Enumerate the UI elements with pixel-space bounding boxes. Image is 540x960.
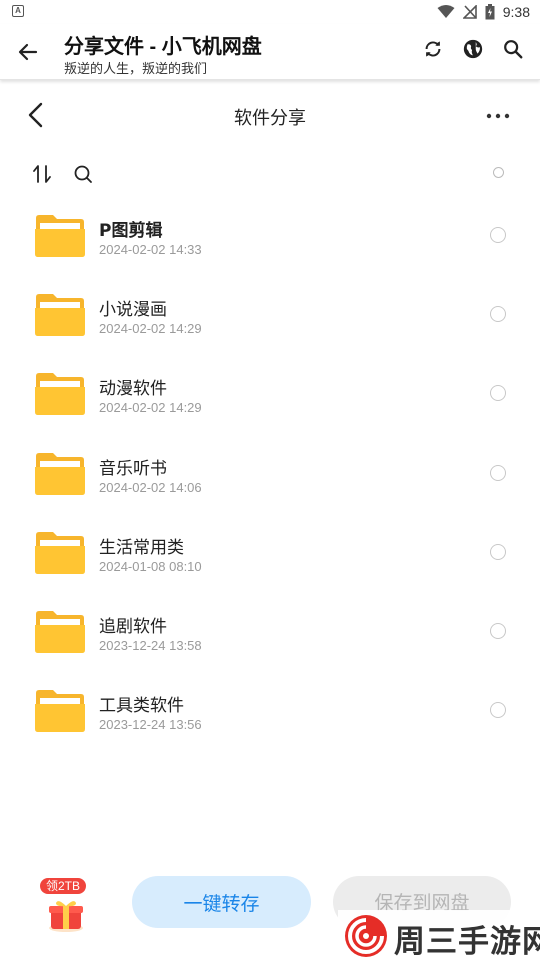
file-date: 2024-02-02 14:33	[99, 242, 202, 257]
status-bar: A 9:38	[0, 0, 540, 24]
list-item[interactable]: 工具类软件 2023-12-24 13:56	[0, 671, 540, 750]
list-search-icon[interactable]	[73, 164, 93, 184]
folder-icon	[35, 610, 85, 653]
list-item[interactable]: 生活常用类 2024-01-08 08:10	[0, 513, 540, 592]
app-actions	[422, 38, 524, 60]
page-title: 软件分享	[234, 108, 306, 129]
folder-icon	[35, 452, 85, 495]
list-item[interactable]: 小说漫画 2024-02-02 14:29	[0, 275, 540, 354]
file-checkbox[interactable]	[490, 385, 506, 402]
one-click-transfer-button[interactable]: 一键转存	[132, 876, 311, 928]
file-name: 动漫软件	[99, 379, 167, 400]
status-icons: 9:38	[437, 2, 530, 22]
file-checkbox[interactable]	[490, 464, 506, 481]
wifi-icon	[437, 5, 455, 18]
status-time: 9:38	[502, 4, 530, 20]
file-date: 2024-02-02 14:06	[99, 479, 202, 495]
folder-icon	[35, 373, 85, 416]
gift-badge: 领2TB	[40, 878, 87, 894]
folder-icon	[35, 531, 85, 574]
app-subtitle: 叛逆的人生，叛逆的我们	[64, 62, 208, 77]
list-toolbar	[0, 158, 540, 190]
file-name: 小说漫画	[99, 300, 167, 321]
sort-icon[interactable]	[32, 164, 52, 184]
file-checkbox[interactable]	[490, 543, 506, 560]
page-header: 软件分享	[0, 84, 540, 146]
watermark-logo-icon	[345, 915, 387, 957]
file-name: 音乐听书	[99, 458, 167, 479]
back-arrow-icon[interactable]	[16, 40, 40, 64]
select-all-checkbox[interactable]	[493, 167, 504, 178]
battery-icon	[485, 4, 495, 20]
folder-icon	[35, 690, 85, 733]
app-bar: 分享文件 - 小飞机网盘 叛逆的人生，叛逆的我们	[0, 24, 540, 80]
file-checkbox[interactable]	[490, 306, 506, 323]
file-name: 生活常用类	[99, 537, 184, 558]
file-name: P图剪辑	[99, 221, 163, 241]
a-icon: A	[12, 5, 24, 17]
file-date: 2024-01-08 08:10	[99, 558, 202, 574]
list-item[interactable]: 追剧软件 2023-12-24 13:58	[0, 592, 540, 671]
globe-icon[interactable]	[462, 38, 484, 60]
file-name: 工具类软件	[99, 696, 184, 717]
file-list: P图剪辑 2024-02-02 14:33 小说漫画 2024-02-02 14…	[0, 196, 540, 750]
refresh-icon[interactable]	[422, 38, 444, 60]
list-item[interactable]: P图剪辑 2024-02-02 14:33	[0, 196, 540, 275]
app-title: 分享文件 - 小飞机网盘	[64, 36, 262, 58]
gift-promo[interactable]: 领2TB	[38, 876, 98, 936]
no-signal-icon	[462, 5, 477, 19]
file-name: 追剧软件	[99, 616, 167, 637]
folder-icon	[35, 215, 85, 257]
gift-box-icon	[49, 901, 83, 932]
file-checkbox[interactable]	[490, 622, 506, 639]
folder-icon	[35, 294, 85, 337]
file-date: 2023-12-24 13:58	[99, 637, 202, 653]
file-checkbox[interactable]	[490, 702, 506, 719]
more-icon[interactable]	[486, 106, 510, 126]
file-checkbox[interactable]	[490, 227, 506, 243]
list-item[interactable]: 动漫软件 2024-02-02 14:29	[0, 354, 540, 433]
watermark: 周三手游网	[338, 910, 540, 960]
watermark-text: 周三手游网	[394, 924, 540, 960]
file-date: 2024-02-02 14:29	[99, 400, 202, 416]
file-date: 2023-12-24 13:56	[99, 717, 202, 733]
file-date: 2024-02-02 14:29	[99, 321, 202, 337]
search-icon[interactable]	[502, 38, 524, 60]
list-item[interactable]: 音乐听书 2024-02-02 14:06	[0, 434, 540, 513]
